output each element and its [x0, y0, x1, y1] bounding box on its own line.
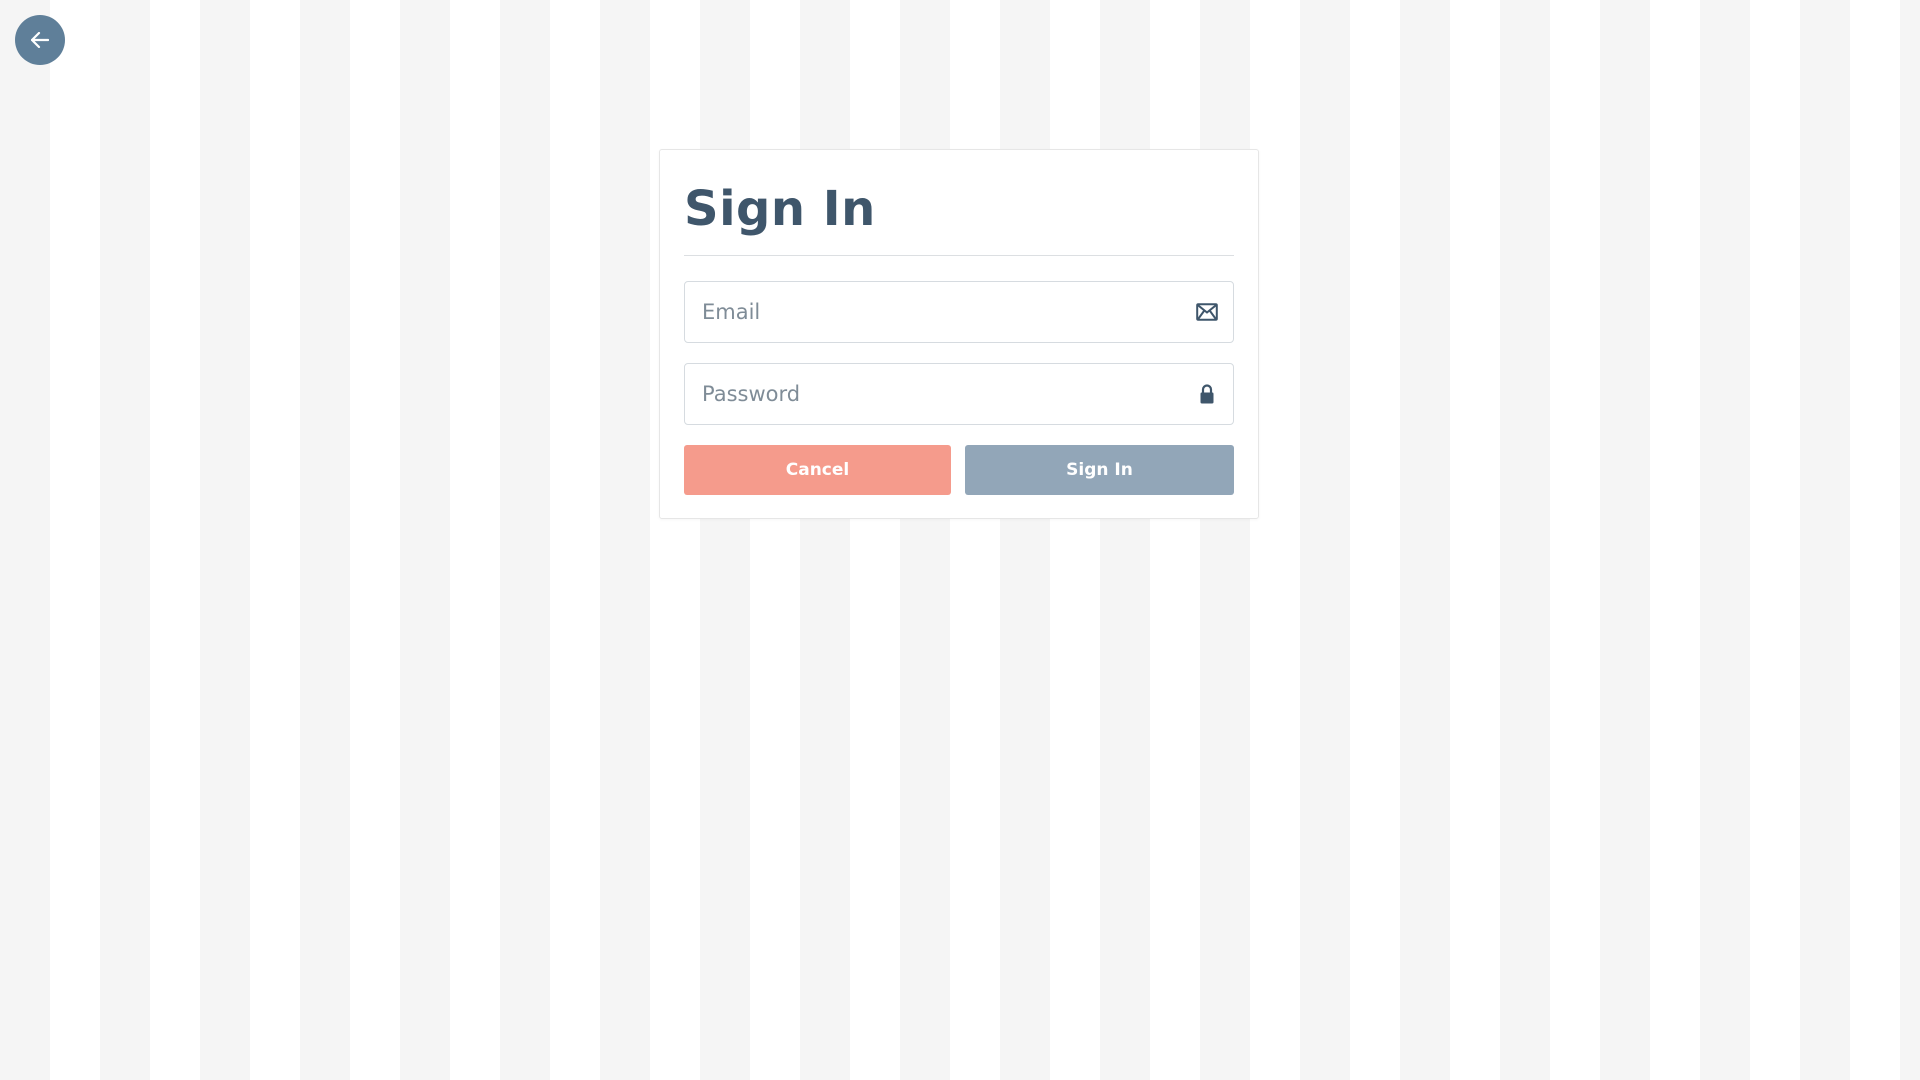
envelope-icon — [1195, 300, 1219, 324]
form-actions: Cancel Sign In — [684, 445, 1234, 495]
lock-icon — [1195, 382, 1219, 406]
password-field-wrapper — [684, 363, 1234, 425]
sign-in-card: Sign In Cancel Sign In — [659, 149, 1259, 519]
back-button[interactable] — [15, 15, 65, 65]
email-field-wrapper — [684, 281, 1234, 343]
email-field[interactable] — [685, 282, 1233, 342]
page-title: Sign In — [684, 150, 1234, 256]
password-field[interactable] — [685, 364, 1233, 424]
cancel-button[interactable]: Cancel — [684, 445, 951, 495]
arrow-left-icon — [31, 32, 49, 48]
sign-in-button[interactable]: Sign In — [965, 445, 1234, 495]
